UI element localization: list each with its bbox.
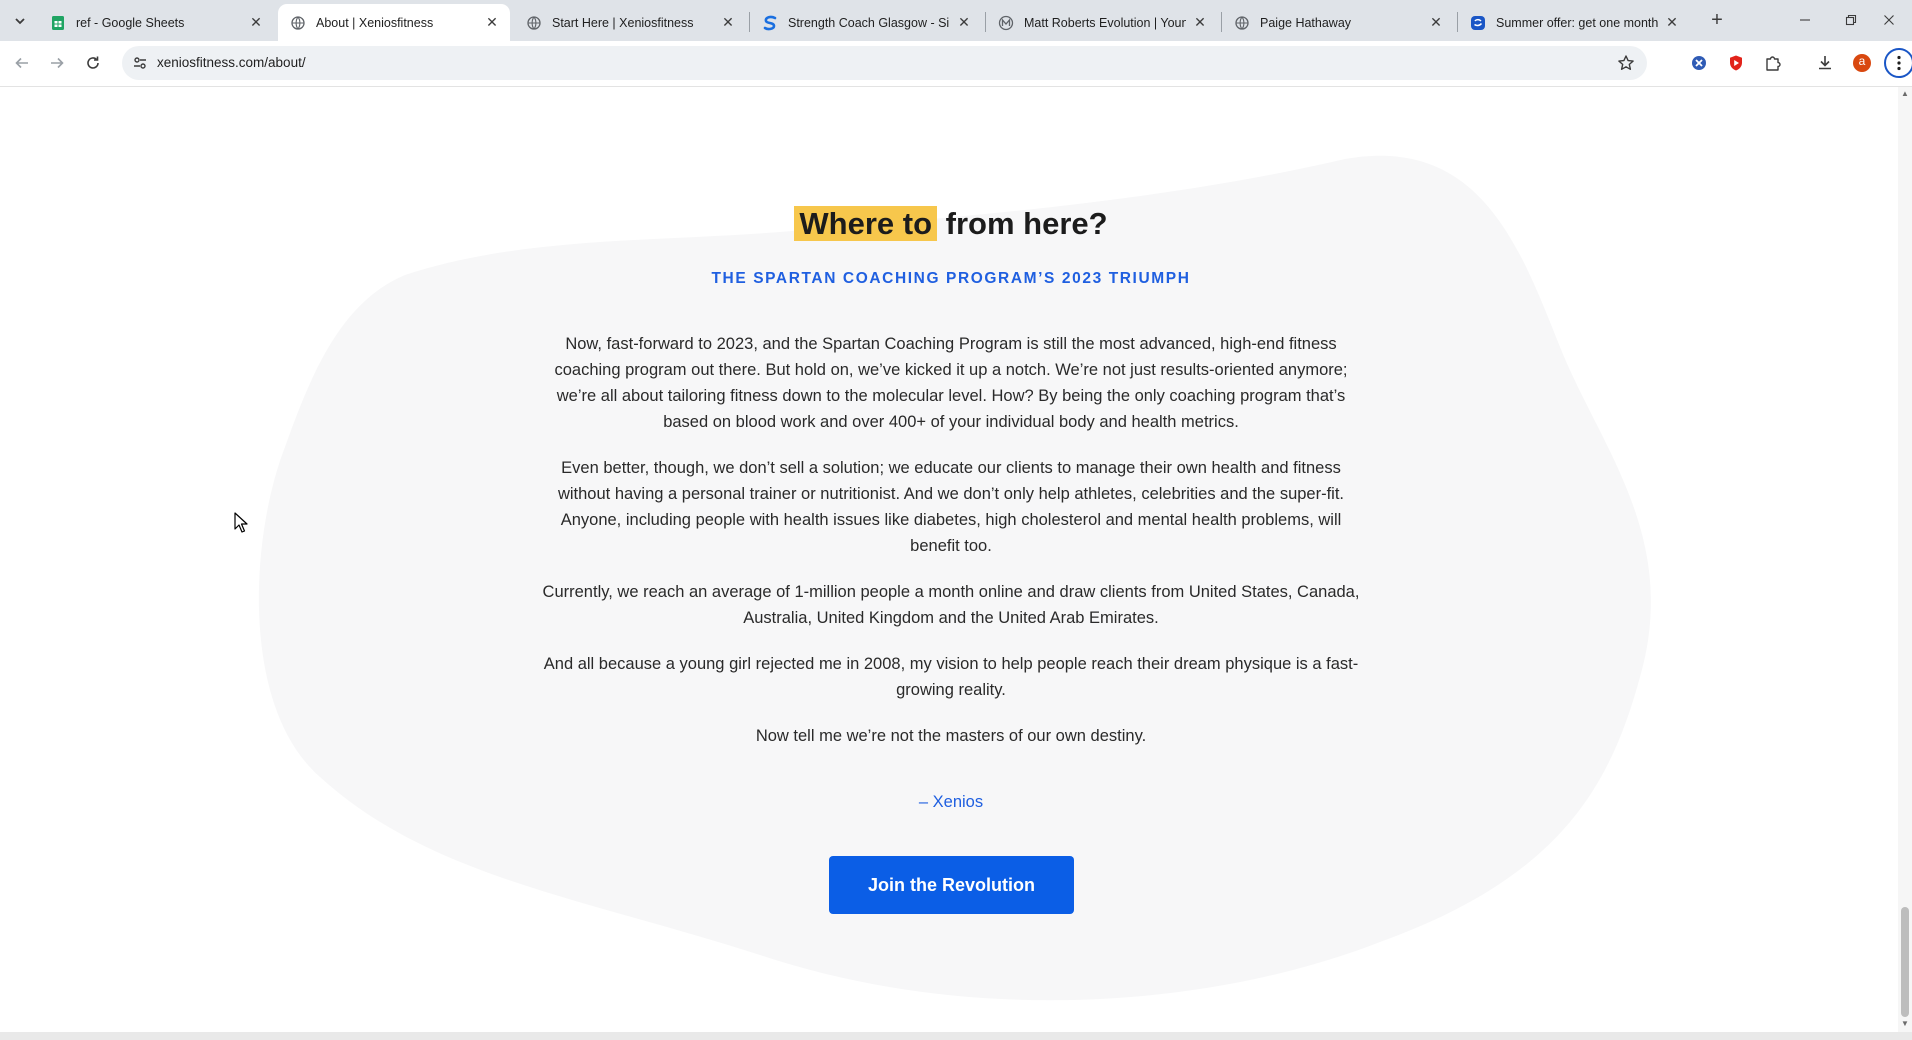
reload-button[interactable] xyxy=(79,49,107,77)
close-icon[interactable]: ✕ xyxy=(1664,14,1680,31)
extension-badge-icon[interactable] xyxy=(1688,52,1710,74)
back-button[interactable] xyxy=(8,49,36,77)
blue-logo-icon xyxy=(1470,15,1486,31)
reload-icon xyxy=(87,56,99,69)
tab-title: Start Here | Xeniosfitness xyxy=(552,15,694,30)
restore-icon xyxy=(1845,14,1857,26)
m-logo-icon xyxy=(998,15,1014,31)
browser-toolbar: xeniosfitness.com/about/ a xyxy=(0,41,1912,87)
tab-title: Matt Roberts Evolution | Young xyxy=(1024,15,1186,30)
page-scrollbar[interactable]: ▲ ▼ xyxy=(1898,87,1912,1032)
tab-title: Paige Hathaway xyxy=(1260,15,1352,30)
scroll-up-arrow-icon[interactable]: ▲ xyxy=(1900,89,1910,99)
shield-extension-icon[interactable] xyxy=(1725,52,1747,74)
close-icon[interactable]: ✕ xyxy=(484,14,500,31)
browser-chrome: ref - Google Sheets ✕ About | Xeniosfitn… xyxy=(0,0,1912,87)
forward-button[interactable] xyxy=(43,49,71,77)
signature: – Xenios xyxy=(918,793,984,811)
scrollbar-thumb[interactable] xyxy=(1901,907,1909,1017)
paragraph-destiny: Now tell me we’re not the masters of our… xyxy=(755,727,1147,745)
puzzle-extensions-icon[interactable] xyxy=(1762,52,1784,74)
scroll-down-arrow-icon[interactable]: ▼ xyxy=(1900,1019,1910,1029)
profile-avatar[interactable]: a xyxy=(1851,52,1873,74)
web-page: Where to from here? THE SPARTAN COACHING… xyxy=(0,87,1898,1032)
tab-title: About | Xeniosfitness xyxy=(316,15,434,30)
tab-title: ref - Google Sheets xyxy=(76,15,185,30)
tab-search-button[interactable] xyxy=(8,9,32,33)
tab-ref-google-sheets[interactable]: ref - Google Sheets ✕ xyxy=(38,4,274,41)
close-icon[interactable]: ✕ xyxy=(1428,14,1444,31)
new-tab-button[interactable]: + xyxy=(1705,8,1729,32)
close-icon xyxy=(1884,15,1894,25)
page-bottom-edge xyxy=(0,1032,1912,1040)
tab-about-xeniosfitness[interactable]: About | Xeniosfitness ✕ xyxy=(278,4,510,41)
close-window-button[interactable] xyxy=(1866,6,1912,34)
tab-start-here[interactable]: Start Here | Xeniosfitness ✕ xyxy=(514,4,746,41)
address-bar[interactable]: xeniosfitness.com/about/ xyxy=(122,46,1647,80)
url-text[interactable]: xeniosfitness.com/about/ xyxy=(157,55,306,70)
profile-initial: a xyxy=(1858,54,1866,68)
menu-button[interactable] xyxy=(1884,48,1912,78)
arrow-right-icon xyxy=(51,57,64,69)
tab-paige-hathaway[interactable]: Paige Hathaway ✕ xyxy=(1222,4,1454,41)
download-icon[interactable] xyxy=(1814,52,1836,74)
close-icon[interactable]: ✕ xyxy=(956,14,972,31)
paragraph-reach: Currently, we reach an average of 1-mill… xyxy=(542,583,1360,627)
mouse-cursor-icon xyxy=(234,512,248,533)
section-subheading: THE SPARTAN COACHING PROGRAM’S 2023 TRIU… xyxy=(711,270,1191,287)
arrow-left-icon xyxy=(15,57,28,69)
paragraph-2023: Now, fast-forward to 2023, and the Spart… xyxy=(554,335,1348,431)
close-icon[interactable]: ✕ xyxy=(248,14,264,31)
more-vert-icon xyxy=(1897,55,1901,71)
paragraph-education: Even better, though, we don’t sell a sol… xyxy=(557,459,1345,555)
bookmark-star-icon[interactable] xyxy=(1615,52,1637,74)
globe-icon xyxy=(526,15,542,31)
heading-rest: from here? xyxy=(937,206,1108,241)
join-the-revolution-button[interactable]: Join the Revolution xyxy=(829,856,1074,914)
minimize-button[interactable] xyxy=(1782,6,1828,34)
tab-title: Summer offer: get one month f xyxy=(1496,15,1658,30)
paragraph-vision: And all because a young girl rejected me… xyxy=(543,655,1359,699)
google-sheets-icon xyxy=(50,15,66,31)
globe-icon xyxy=(1234,15,1250,31)
globe-icon xyxy=(290,15,306,31)
tab-title: Strength Coach Glasgow - Simp xyxy=(788,15,950,30)
site-info-icon[interactable] xyxy=(130,53,150,73)
s-logo-icon xyxy=(762,15,778,31)
tab-matt-roberts[interactable]: Matt Roberts Evolution | Young ✕ xyxy=(986,4,1218,41)
tab-strip: ref - Google Sheets ✕ About | Xeniosfitn… xyxy=(0,0,1912,41)
tab-strength-coach-glasgow[interactable]: Strength Coach Glasgow - Simp ✕ xyxy=(750,4,982,41)
close-icon[interactable]: ✕ xyxy=(720,14,736,31)
heading-highlight: Where to xyxy=(794,206,938,241)
section-heading: Where to from here? xyxy=(540,206,1362,242)
tab-summer-offer[interactable]: Summer offer: get one month f ✕ xyxy=(1458,4,1690,41)
close-icon[interactable]: ✕ xyxy=(1192,14,1208,31)
minimize-icon xyxy=(1800,19,1810,21)
chevron-down-icon xyxy=(15,18,25,25)
